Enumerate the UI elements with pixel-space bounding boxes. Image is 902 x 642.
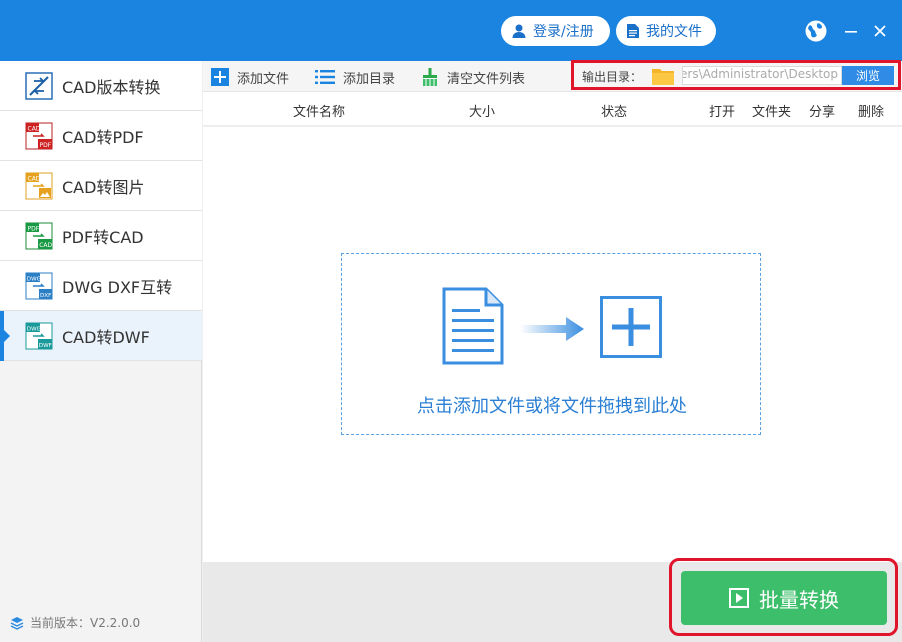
- close-icon[interactable]: [867, 18, 893, 44]
- layers-icon: [10, 616, 24, 630]
- svg-text:CAD: CAD: [39, 242, 52, 249]
- plus-icon: [211, 68, 229, 86]
- user-icon: [512, 24, 526, 38]
- cad-version-icon: [25, 72, 53, 100]
- cad-to-image-icon: CAD: [25, 172, 53, 200]
- file-list-area: 点击添加文件或将文件拖拽到此处: [203, 127, 902, 562]
- batch-convert-label: 批量转换: [759, 587, 839, 612]
- drop-zone-hint: 点击添加文件或将文件拖拽到此处: [417, 396, 687, 417]
- svg-text:PDF: PDF: [28, 226, 40, 233]
- login-register-label: 登录/注册: [533, 24, 594, 40]
- add-file-label: 添加文件: [237, 71, 290, 87]
- dwg-dxf-icon: DWG DXF: [25, 272, 53, 300]
- folder-icon[interactable]: [652, 67, 674, 85]
- sidebar-item-cad-to-pdf[interactable]: CAD PDF CAD转PDF: [0, 111, 202, 161]
- my-files-label: 我的文件: [646, 24, 702, 40]
- batch-convert-button[interactable]: 批量转换: [681, 571, 887, 625]
- svg-text:CAD: CAD: [28, 176, 41, 183]
- clear-list-button[interactable]: 清空文件列表: [421, 65, 525, 89]
- column-header-size: 大小: [469, 105, 496, 120]
- add-box-icon: [600, 296, 662, 358]
- convert-highlight: 批量转换: [669, 558, 898, 636]
- cad-to-pdf-icon: CAD PDF: [25, 122, 53, 150]
- output-directory-label: 输出目录：: [582, 70, 643, 84]
- sidebar-item-dwg-dxf[interactable]: DWG DXF DWG DXF互转: [0, 261, 202, 311]
- output-path-input[interactable]: ‎C:\Users\Administrator\Desktop‎: [682, 66, 842, 85]
- drop-zone[interactable]: 点击添加文件或将文件拖拽到此处: [341, 253, 761, 435]
- play-icon: [729, 588, 749, 608]
- output-directory-panel: 输出目录： ‎C:\Users\Administrator\Desktop‎ 浏…: [571, 60, 901, 90]
- column-header-status: 状态: [601, 105, 628, 120]
- svg-text:DWG: DWG: [27, 277, 41, 283]
- list-icon: [315, 70, 335, 84]
- minimize-icon[interactable]: [838, 18, 864, 44]
- column-header-filename: 文件名称: [293, 105, 346, 120]
- file-table-header: 文件名称 大小 状态 打开 文件夹 分享 删除: [203, 92, 902, 126]
- broom-icon: [423, 68, 437, 86]
- document-icon: [442, 287, 504, 365]
- column-header-delete: 删除: [858, 105, 885, 120]
- sidebar-item-cad-version[interactable]: CAD版本转换: [0, 61, 202, 111]
- svg-text:DWF: DWF: [39, 343, 52, 349]
- version-info: 当前版本：V2.2.0.0: [10, 614, 140, 631]
- sidebar-item-label: CAD转图片: [62, 177, 145, 197]
- sidebar-item-cad-to-dwf[interactable]: DWG DWF CAD转DWF: [0, 311, 202, 361]
- sidebar-item-cad-to-image[interactable]: CAD CAD转图片: [0, 161, 202, 211]
- sidebar: CAD版本转换 CAD PDF CAD转PDF CAD CAD转图片 PDF CAD…: [0, 61, 202, 642]
- my-files-button[interactable]: 我的文件: [616, 16, 716, 46]
- svg-text:PDF: PDF: [40, 142, 52, 149]
- sidebar-item-label: CAD转PDF: [62, 127, 144, 147]
- add-file-button[interactable]: 添加文件: [211, 65, 289, 89]
- sidebar-item-label: CAD转DWF: [62, 327, 150, 347]
- pdf-to-cad-icon: PDF CAD: [25, 222, 53, 250]
- svg-text:DXF: DXF: [40, 293, 51, 299]
- svg-text:CAD: CAD: [28, 126, 41, 133]
- sidebar-item-label: PDF转CAD: [62, 227, 144, 247]
- sidebar-item-label: CAD版本转换: [62, 77, 161, 97]
- version-text: 当前版本：V2.2.0.0: [30, 616, 141, 630]
- title-bar: 登录/注册 我的文件: [0, 0, 902, 61]
- sidebar-item-label: DWG DXF互转: [62, 277, 173, 297]
- column-header-share: 分享: [809, 105, 836, 120]
- sidebar-item-pdf-to-cad[interactable]: PDF CAD PDF转CAD: [0, 211, 202, 261]
- arrow-right-icon: [520, 317, 584, 341]
- cad-to-dwf-icon: DWG DWF: [25, 322, 53, 350]
- clear-list-label: 清空文件列表: [447, 71, 526, 87]
- browse-button[interactable]: 浏览: [842, 66, 894, 85]
- globe-icon[interactable]: [803, 18, 829, 44]
- svg-text:DWG: DWG: [27, 327, 41, 333]
- column-header-folder: 文件夹: [752, 105, 792, 120]
- login-register-button[interactable]: 登录/注册: [501, 16, 610, 46]
- column-header-open: 打开: [709, 105, 736, 120]
- document-icon: [627, 24, 639, 38]
- add-directory-button[interactable]: 添加目录: [315, 65, 395, 89]
- add-directory-label: 添加目录: [343, 71, 396, 87]
